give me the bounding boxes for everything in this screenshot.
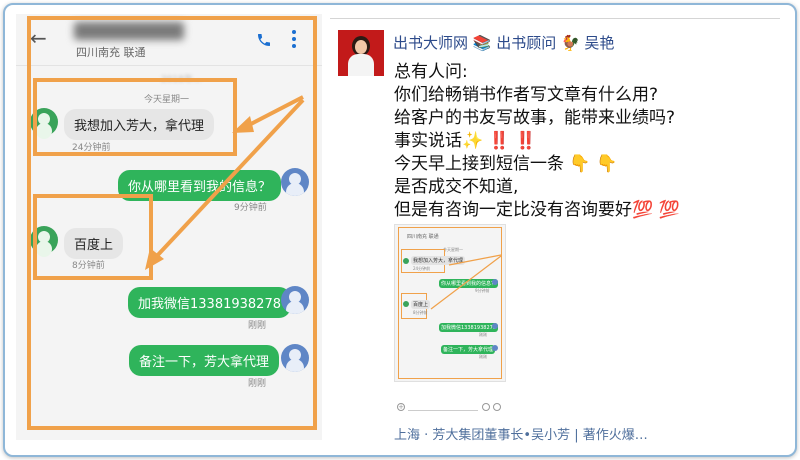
thumb-pointer-arrows xyxy=(430,254,502,310)
post-body: 总有人问: 你们给畅销书作者写文章有什么用? 给客户的书友写故事，能带来业绩吗?… xyxy=(394,61,680,222)
post-line: 总有人问: xyxy=(394,62,468,82)
divider xyxy=(330,18,780,19)
thumb-input-bar: + xyxy=(394,400,506,416)
arrow-line-2 xyxy=(153,98,305,260)
poster-avatar[interactable] xyxy=(338,30,384,76)
post-line: 是否成交不知道, xyxy=(394,177,519,197)
poster-name[interactable]: 出书大师网 📚 出书顾问 🐓 吴艳 xyxy=(393,32,614,53)
send-icon xyxy=(493,403,501,411)
post-line: 今天早上接到短信一条 👇 👇 xyxy=(394,154,618,174)
post-line: 事实说话✨ ‼️ ‼️ xyxy=(394,131,537,151)
post-line: 给客户的书友写故事，能带来业绩吗? xyxy=(394,108,676,128)
emoji-icon xyxy=(482,403,490,411)
add-icon: + xyxy=(397,403,405,411)
post-line: 你们给畅销书作者写文章有什么用? xyxy=(394,85,659,105)
post-location-footer[interactable]: 上海 · 芳大集团董事长•吴小芳 | 著作火爆… xyxy=(394,424,648,443)
post-line: 但是有咨询一定比没有咨询要好💯 💯 xyxy=(394,200,680,220)
message-field xyxy=(408,404,478,411)
arrow-head-1 xyxy=(232,116,254,133)
post-image-thumbnail[interactable]: 四川南充 联通 今天星期一 我想加入芳大，拿代理 24分钟前 你从哪里看到我的信… xyxy=(394,224,506,382)
